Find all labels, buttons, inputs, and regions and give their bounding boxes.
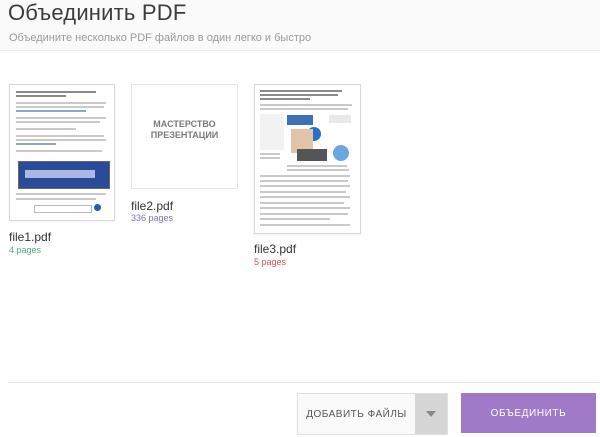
image-icon	[18, 161, 110, 189]
page-subtitle: Объедините несколько PDF файлов в один л…	[9, 32, 312, 44]
file-pages: 4 pages	[9, 245, 42, 255]
file-thumbnail[interactable]	[254, 84, 361, 234]
merge-button[interactable]: ОБЪЕДИНИТЬ	[461, 393, 596, 433]
page-title: Объединить PDF	[8, 0, 187, 25]
file-name: file1.pdf	[9, 230, 52, 244]
file-pages: 5 pages	[254, 257, 287, 267]
file-thumbnail[interactable]	[9, 84, 115, 221]
chevron-down-icon	[426, 411, 436, 417]
file-pages: 336 pages	[131, 213, 174, 223]
question-icon	[333, 145, 349, 161]
divider	[8, 382, 600, 383]
logo-icon	[287, 115, 313, 125]
file-thumbnail[interactable]: МАСТЕРСТВО ПРЕЗЕНТАЦИИ	[131, 84, 238, 189]
file-name: file2.pdf	[131, 199, 174, 213]
file-name: file3.pdf	[254, 242, 297, 256]
thumbnail-title: МАСТЕРСТВО ПРЕЗЕНТАЦИИ	[150, 119, 219, 140]
add-files-button[interactable]: ДОБАВИТЬ ФАЙЛЫ	[298, 394, 415, 434]
page-header: Объединить PDF Объедините несколько PDF …	[0, 0, 600, 51]
add-files-group: ДОБАВИТЬ ФАЙЛЫ	[297, 393, 448, 435]
add-files-dropdown-toggle[interactable]	[415, 394, 447, 434]
